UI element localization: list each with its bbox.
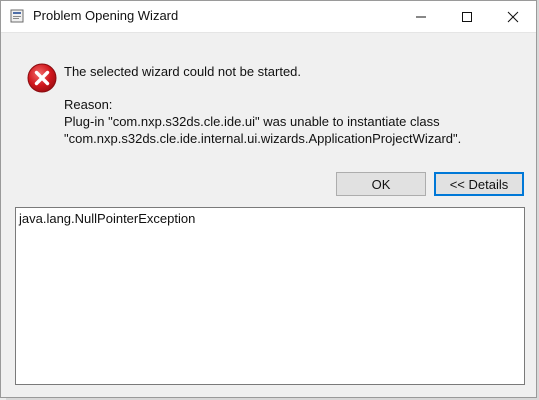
details-toggle-button[interactable]: << Details [434, 172, 524, 196]
title-bar[interactable]: Problem Opening Wizard [1, 1, 536, 33]
error-message: The selected wizard could not be started… [64, 64, 302, 79]
minimize-button[interactable] [398, 1, 444, 32]
dialog-content: The selected wizard could not be started… [1, 33, 536, 397]
maximize-icon [462, 11, 472, 22]
close-icon [507, 11, 519, 22]
reason-line-1: Plug-in "com.nxp.s32ds.cle.ide.ui" was u… [64, 114, 440, 129]
maximize-button[interactable] [444, 1, 490, 32]
details-textarea[interactable]: java.lang.NullPointerException [15, 207, 525, 385]
ok-button[interactable]: OK [336, 172, 426, 196]
close-button[interactable] [490, 1, 536, 32]
wizard-app-icon [10, 9, 24, 23]
error-icon [27, 63, 57, 93]
problem-dialog: Problem Opening Wizard The selected wiza… [0, 0, 537, 398]
minimize-icon [416, 16, 426, 17]
reason-label: Reason: [64, 97, 113, 112]
reason-line-2: "com.nxp.s32ds.cle.ide.internal.ui.wizar… [64, 131, 462, 146]
window-title: Problem Opening Wizard [33, 8, 179, 23]
details-text: java.lang.NullPointerException [19, 211, 196, 226]
